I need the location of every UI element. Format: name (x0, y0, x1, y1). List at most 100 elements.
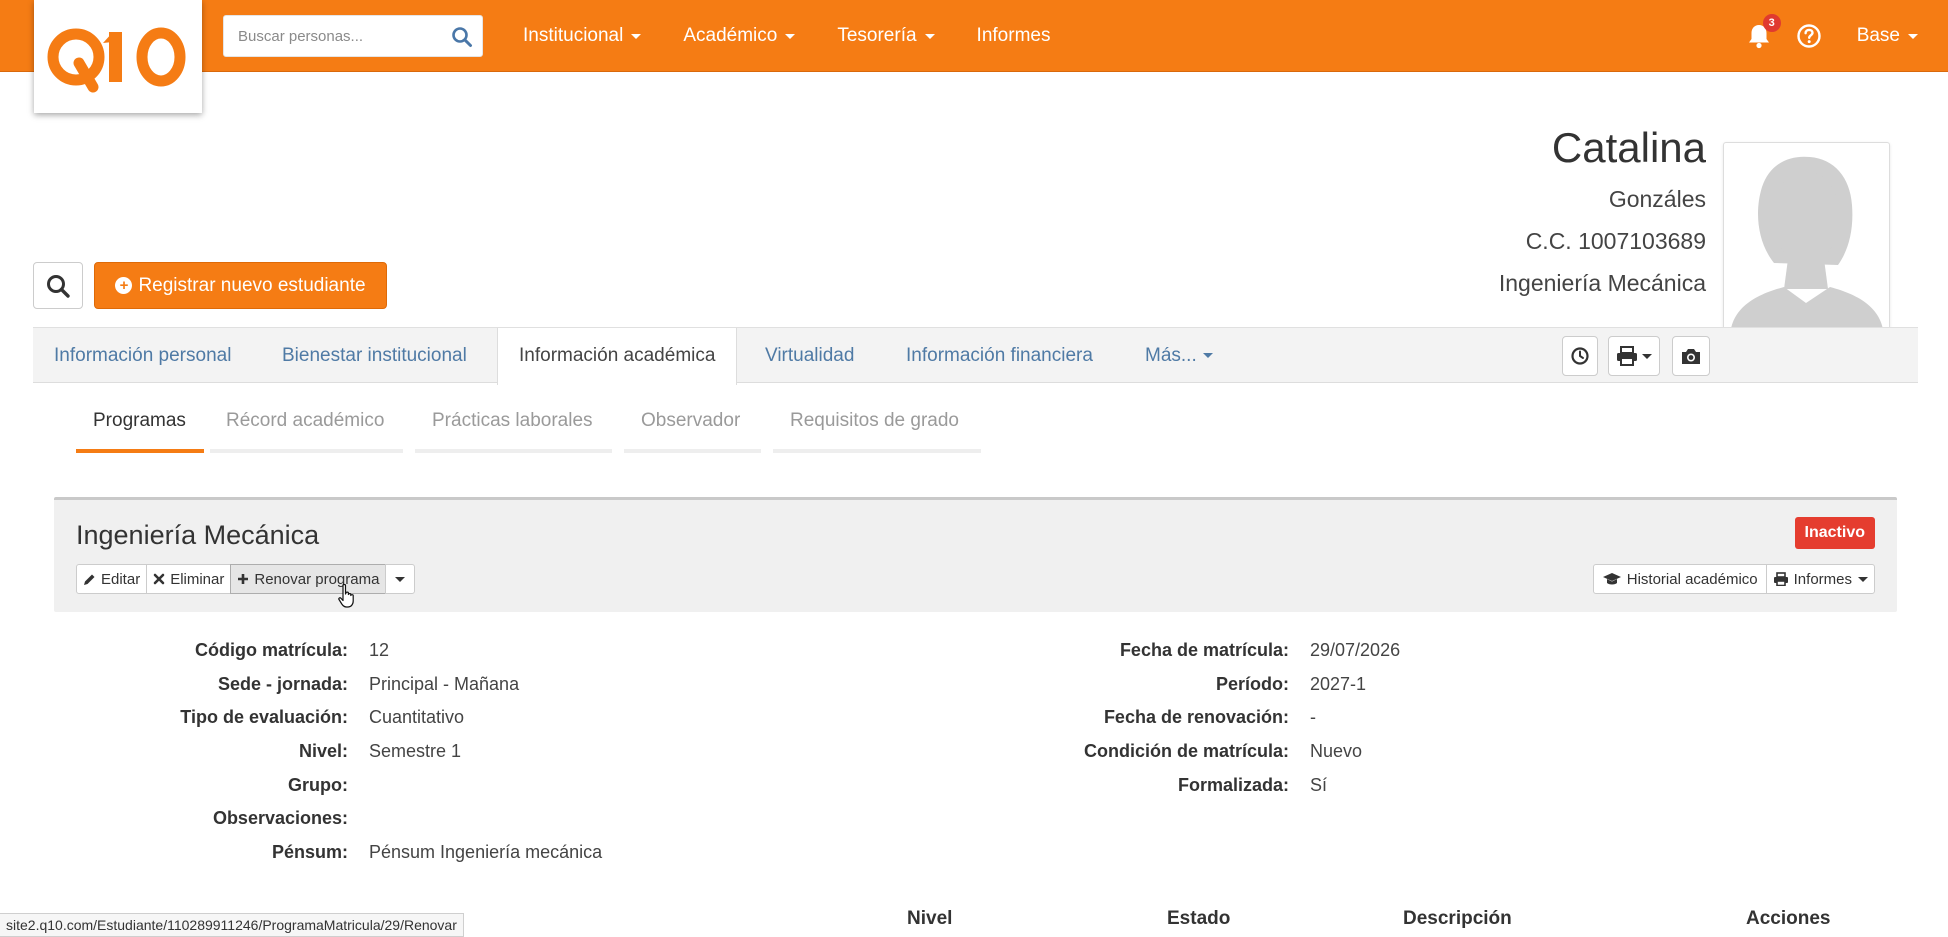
subtab-underline (773, 449, 981, 453)
status-badge: Inactivo (1794, 517, 1875, 549)
detail-label: Tipo de evaluación: (180, 707, 348, 727)
caret-down-icon (1908, 33, 1918, 39)
camera-icon (1682, 349, 1700, 364)
search-student-button[interactable] (33, 262, 83, 309)
print-button[interactable] (1608, 336, 1660, 376)
subtab-record-academico[interactable]: Récord académico (226, 410, 384, 432)
detail-value: Sí (1310, 775, 1328, 795)
detail-value: Pénsum Ingeniería mecánica (369, 842, 603, 862)
q10-logo-mark (47, 27, 186, 92)
column-header-estado: Estado (1167, 908, 1231, 929)
menu-informes[interactable]: Informes (977, 25, 1051, 47)
subtab-practicas-laborales[interactable]: Prácticas laborales (432, 410, 593, 432)
subtab-underline (415, 449, 612, 453)
tab-informacion-personal[interactable]: Información personal (54, 328, 231, 384)
detail-value: 29/07/2026 (1310, 640, 1401, 660)
menu-institucional[interactable]: Institucional (523, 25, 642, 47)
detail-label: Fecha de matrícula: (1119, 640, 1289, 660)
link-status-bar: site2.q10.com/Estudiante/110289911246/Pr… (0, 913, 464, 937)
detail-label: Grupo: (288, 775, 348, 795)
main-tabs: Información personal Bienestar instituci… (33, 327, 1918, 385)
help-button[interactable] (1795, 22, 1823, 50)
student-program: Ingeniería Mecánica (1498, 270, 1706, 296)
register-student-button[interactable]: + Registrar nuevo estudiante (94, 262, 387, 309)
detail-value: 2027-1 (1310, 674, 1367, 694)
delete-button[interactable]: Eliminar (146, 564, 232, 594)
plus-circle-icon: + (115, 277, 133, 294)
search-icon[interactable] (450, 25, 474, 49)
tab-virtualidad[interactable]: Virtualidad (765, 328, 854, 384)
edit-button[interactable]: Editar (76, 564, 148, 594)
subtab-requisitos-de-grado[interactable]: Requisitos de grado (790, 410, 959, 432)
person-silhouette-icon (1730, 156, 1884, 357)
caret-down-icon (785, 33, 796, 39)
detail-label: Período: (1215, 674, 1289, 694)
subtab-active-indicator (76, 449, 204, 453)
caret-down-icon (1858, 576, 1868, 582)
q10-logo[interactable] (34, 0, 202, 113)
detail-label: Condición de matrícula: (1083, 741, 1289, 761)
reports-dropdown-button[interactable]: Informes (1765, 564, 1875, 594)
student-document: C.C. 1007103689 (1525, 228, 1706, 254)
main-menu: Institucional Académico Tesorería Inform… (523, 0, 1092, 72)
notification-count-badge: 3 (1762, 14, 1781, 32)
detail-value: 12 (369, 640, 390, 660)
caret-down-icon (395, 576, 406, 582)
caret-down-icon (631, 33, 642, 39)
subtab-observador[interactable]: Observador (641, 410, 740, 432)
program-reports-group: Historial académico Informes (1592, 564, 1875, 594)
student-last-name: Gonzáles (1608, 186, 1706, 212)
tab-bienestar-institucional[interactable]: Bienestar institucional (282, 328, 467, 384)
detail-label: Sede - jornada: (217, 674, 348, 694)
tab-mas[interactable]: Más... (1145, 328, 1213, 384)
detail-value: Nuevo (1310, 741, 1363, 761)
navbar-right: 3 Base (1745, 0, 1918, 72)
search-input[interactable] (224, 16, 444, 56)
subtab-programas[interactable]: Programas (93, 410, 186, 432)
subtab-underline (210, 449, 403, 453)
column-header-descripcion: Descripción (1403, 908, 1512, 929)
student-first-name: Catalina (1551, 124, 1706, 171)
menu-tesoreria[interactable]: Tesorería (837, 25, 935, 47)
notifications-button[interactable]: 3 (1745, 14, 1781, 50)
tab-informacion-academica[interactable]: Información académica (497, 328, 738, 385)
search-icon (47, 274, 70, 298)
user-menu[interactable]: Base (1857, 25, 1918, 47)
caret-down-icon (1202, 353, 1213, 359)
detail-label: Fecha de renovación: (1103, 707, 1289, 727)
student-avatar[interactable] (1723, 142, 1890, 358)
detail-label: Pénsum: (271, 842, 348, 862)
detail-value: Cuantitativo (369, 707, 465, 727)
history-button[interactable] (1562, 336, 1598, 376)
detail-value: Semestre 1 (369, 741, 462, 761)
detail-label: Observaciones: (212, 808, 348, 828)
close-icon (153, 573, 165, 585)
plus-icon (238, 574, 249, 584)
menu-academico[interactable]: Académico (683, 25, 796, 47)
academic-history-button[interactable]: Historial académico (1592, 564, 1767, 594)
more-actions-dropdown[interactable] (385, 564, 416, 594)
print-icon (1617, 346, 1637, 366)
detail-value: - (1310, 707, 1316, 727)
subtab-underline (624, 449, 761, 453)
people-search (223, 15, 483, 57)
graduation-cap-icon (1602, 573, 1621, 585)
program-panel-header: Ingeniería Mecánica Inactivo Editar Elim… (54, 497, 1897, 612)
renew-program-button[interactable]: Renovar programa (230, 564, 387, 594)
print-icon (1773, 572, 1788, 586)
caret-down-icon (924, 33, 935, 39)
caret-down-icon (1642, 353, 1652, 359)
pencil-icon (84, 574, 95, 585)
column-header-acciones: Acciones (1746, 908, 1831, 929)
detail-value: Principal - Mañana (369, 674, 520, 694)
clock-icon (1571, 347, 1589, 365)
question-circle-icon (1796, 24, 1821, 48)
top-navbar: Institucional Académico Tesorería Inform… (0, 0, 1948, 72)
detail-label: Formalizada: (1177, 775, 1289, 795)
program-actions-group: Editar Eliminar Renovar programa (76, 564, 416, 594)
detail-label: Nivel: (298, 741, 348, 761)
tab-informacion-financiera[interactable]: Información financiera (906, 328, 1093, 384)
camera-button[interactable] (1672, 336, 1710, 376)
program-title: Ingeniería Mecánica (76, 520, 320, 550)
detail-label: Código matrícula: (194, 640, 348, 660)
